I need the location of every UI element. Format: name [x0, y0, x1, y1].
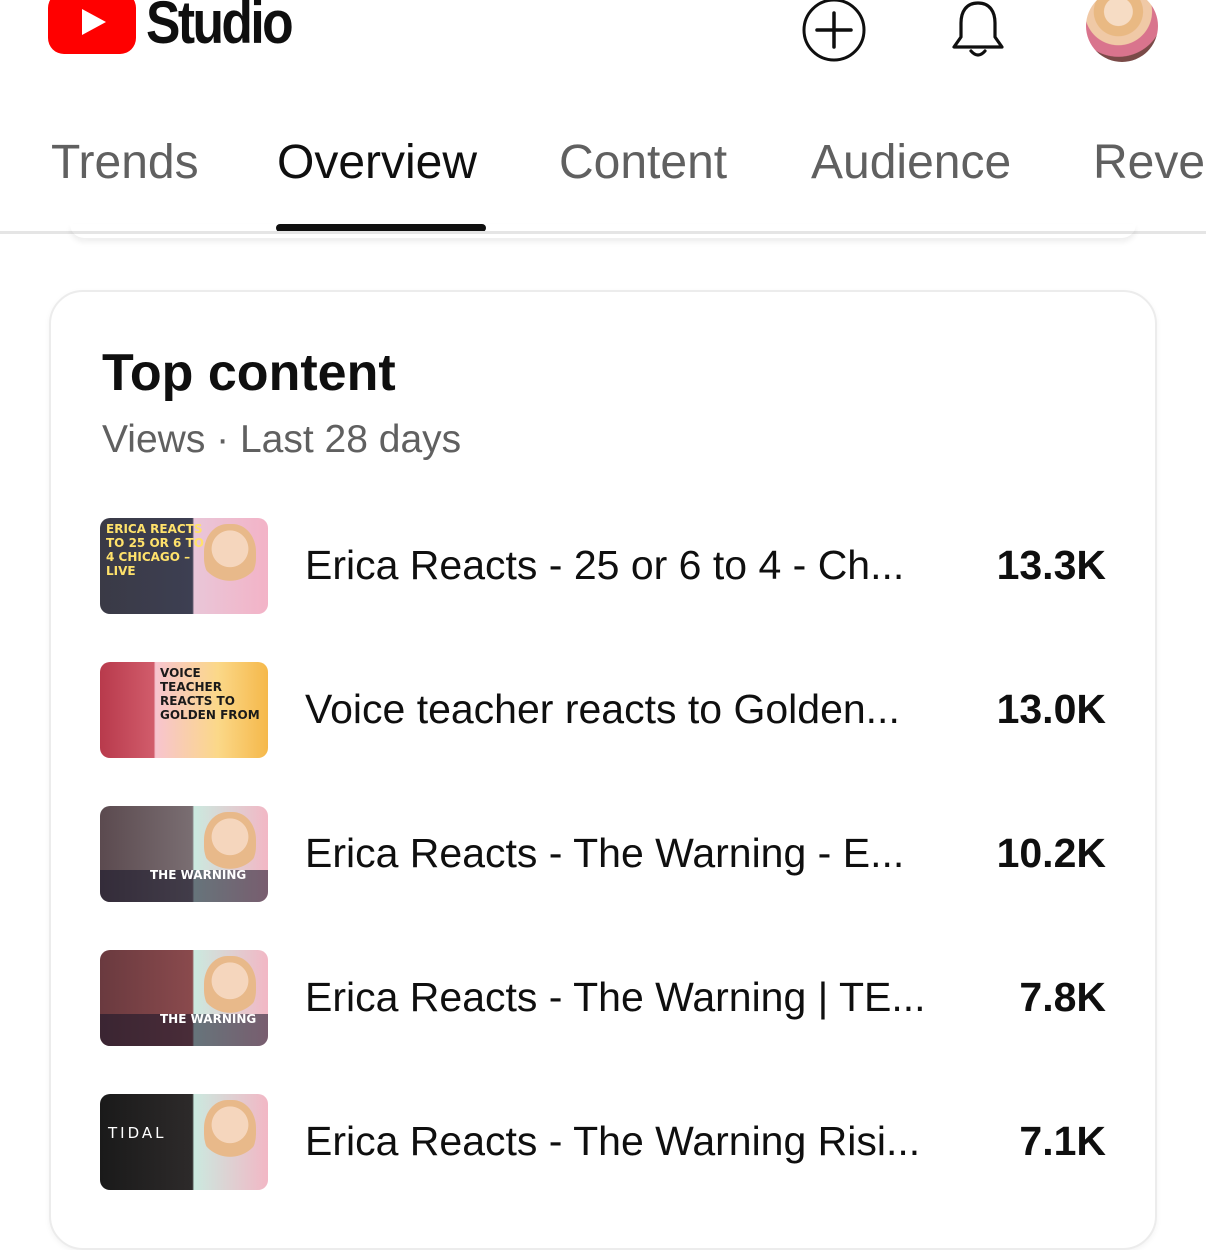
- thumbnail-face: [204, 524, 256, 586]
- tab-trends[interactable]: Trends: [51, 134, 199, 192]
- notifications-button[interactable]: [944, 0, 1012, 64]
- video-thumbnail: ERICA REACTS TO 25 OR 6 TO 4 CHICAGO – L…: [100, 518, 268, 614]
- list-item[interactable]: ERICA REACTS TO 25 OR 6 TO 4 CHICAGO – L…: [100, 518, 1110, 614]
- list-item[interactable]: VOICE TEACHER REACTS TO GOLDEN FROM Voic…: [100, 662, 1110, 758]
- view-count: 7.8K: [1019, 974, 1106, 1020]
- top-content-card: Top content Views · Last 28 days ERICA R…: [49, 290, 1157, 1250]
- video-title: Voice teacher reacts to Golden...: [305, 686, 900, 732]
- create-button[interactable]: [800, 0, 868, 64]
- video-title: Erica Reacts - The Warning | TE...: [305, 974, 926, 1020]
- analytics-tabs: Trends Overview Content Audience Revenue: [0, 100, 1206, 234]
- video-title: Erica Reacts - The Warning - E...: [305, 830, 905, 876]
- video-thumbnail: VOICE TEACHER REACTS TO GOLDEN FROM: [100, 662, 268, 758]
- thumbnail-caption: THE WARNING: [150, 868, 247, 882]
- bell-icon: [952, 1, 1004, 57]
- tab-audience[interactable]: Audience: [811, 134, 1011, 192]
- video-thumbnail: THE WARNING: [100, 950, 268, 1046]
- thumbnail-caption: TIDAL: [108, 1124, 167, 1142]
- list-item[interactable]: THE WARNING Erica Reacts - The Warning |…: [100, 950, 1110, 1046]
- thumbnail-caption: VOICE TEACHER REACTS TO GOLDEN FROM: [160, 666, 260, 722]
- tab-revenue[interactable]: Revenue: [1093, 134, 1206, 192]
- card-subtitle: Views · Last 28 days: [102, 418, 462, 461]
- tab-overview[interactable]: Overview: [277, 134, 477, 192]
- thumbnail-caption: THE WARNING: [160, 1012, 257, 1026]
- tab-content[interactable]: Content: [559, 134, 727, 192]
- avatar[interactable]: [1086, 0, 1158, 62]
- view-count: 7.1K: [1019, 1118, 1106, 1164]
- thumbnail-face: [204, 812, 256, 874]
- list-item[interactable]: TIDAL Erica Reacts - The Warning Risi...…: [100, 1094, 1110, 1190]
- app-title: Studio: [146, 0, 294, 56]
- view-count: 13.0K: [996, 686, 1106, 732]
- list-item[interactable]: THE WARNING Erica Reacts - The Warning -…: [100, 806, 1110, 902]
- view-count: 10.2K: [996, 830, 1106, 876]
- plus-circle-icon: [802, 0, 866, 62]
- video-thumbnail: TIDAL: [100, 1094, 268, 1190]
- card-title: Top content: [102, 344, 396, 402]
- studio-logo[interactable]: Studio: [48, 0, 315, 54]
- view-count: 13.3K: [996, 542, 1106, 588]
- video-title: Erica Reacts - The Warning Risi...: [305, 1118, 921, 1164]
- previous-card-edge: [70, 224, 1136, 238]
- youtube-play-icon: [48, 0, 136, 54]
- app-header: Studio: [0, 0, 1206, 100]
- thumbnail-caption: ERICA REACTS TO 25 OR 6 TO 4 CHICAGO – L…: [106, 522, 204, 578]
- video-thumbnail: THE WARNING: [100, 806, 268, 902]
- thumbnail-face: [204, 956, 256, 1018]
- video-title: Erica Reacts - 25 or 6 to 4 - Ch...: [305, 542, 905, 588]
- thumbnail-face: [204, 1100, 256, 1162]
